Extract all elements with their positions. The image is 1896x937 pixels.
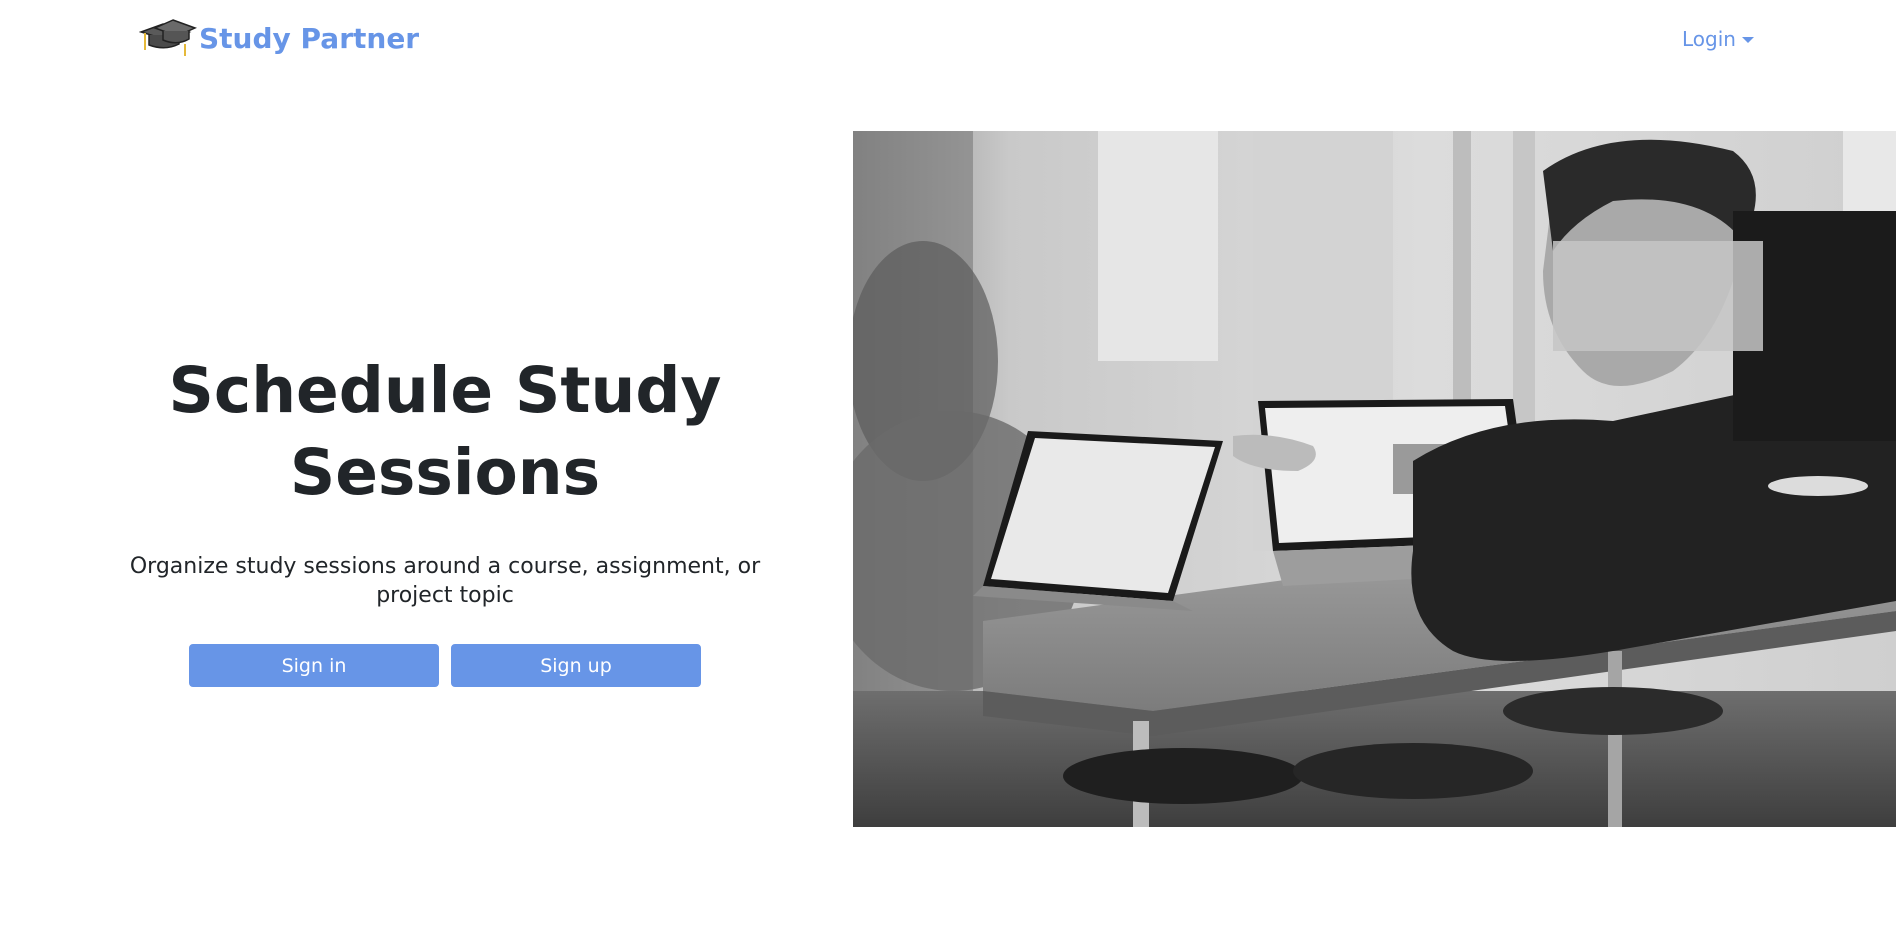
brand-link[interactable]: Study Partner	[139, 16, 419, 60]
hero-image	[853, 131, 1896, 827]
hero-section: Schedule Study Sessions Organize study s…	[110, 350, 780, 687]
login-dropdown-toggle[interactable]: Login	[1682, 27, 1754, 51]
hero-title: Schedule Study Sessions	[168, 354, 722, 509]
top-navbar: Study Partner Login	[0, 0, 1896, 80]
sign-up-button[interactable]: Sign up	[451, 644, 701, 687]
brand-name: Study Partner	[199, 21, 420, 55]
sign-in-button[interactable]: Sign in	[189, 644, 439, 687]
hero-buttons: Sign in Sign up	[110, 644, 780, 687]
study-photo-illustration	[853, 131, 1896, 827]
login-label: Login	[1682, 27, 1736, 51]
caret-down-icon	[1741, 37, 1754, 43]
hero-subtitle: Organize study sessions around a course,…	[129, 554, 761, 608]
graduation-cap-icon	[139, 19, 197, 56]
